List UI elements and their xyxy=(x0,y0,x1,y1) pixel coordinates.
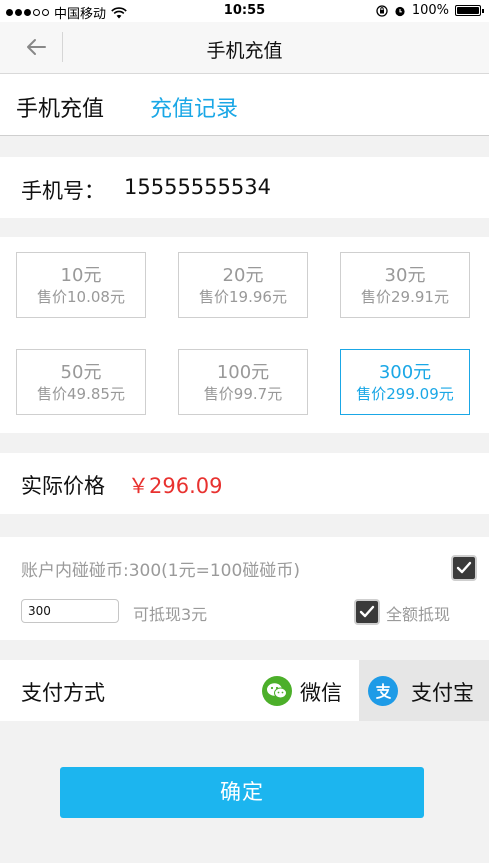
option-price: 售价299.09元 xyxy=(356,385,454,403)
amount-option-10[interactable]: 10元 售价10.08元 xyxy=(16,252,146,318)
amount-option-100[interactable]: 100元 售价99.7元 xyxy=(178,349,308,415)
tab-recharge-history[interactable]: 充值记录 xyxy=(150,91,238,123)
amount-option-30[interactable]: 30元 售价29.91元 xyxy=(340,252,470,318)
pay-alipay-option[interactable]: 支付宝 xyxy=(359,660,489,721)
coins-amount-input[interactable] xyxy=(21,599,119,623)
option-price: 售价19.96元 xyxy=(199,288,287,306)
option-price: 售价99.7元 xyxy=(203,385,283,403)
option-price: 售价29.91元 xyxy=(361,288,449,306)
tab-bar: 手机充值 充值记录 xyxy=(0,74,489,136)
full-offset-checkbox[interactable] xyxy=(354,599,380,625)
alipay-icon xyxy=(368,676,398,706)
battery-icon xyxy=(455,5,484,16)
checkmark-icon xyxy=(456,561,472,574)
option-amount: 300元 xyxy=(378,362,432,383)
amount-option-300[interactable]: 300元 售价299.09元 xyxy=(340,349,470,415)
nav-bar: 手机充值 xyxy=(0,22,489,74)
actual-price-value: ￥296.09 xyxy=(128,474,223,498)
payment-label: 支付方式 xyxy=(21,681,105,705)
page-title: 手机充值 xyxy=(206,40,283,62)
payment-row: 支付方式 微信 支付宝 xyxy=(0,660,489,721)
full-offset-label: 全额抵现 xyxy=(386,605,451,624)
pay-wechat-option[interactable]: 微信 xyxy=(255,660,359,721)
option-amount: 10元 xyxy=(60,265,102,286)
status-right: 100% xyxy=(376,3,484,18)
pay-alipay-label: 支付宝 xyxy=(411,681,474,705)
option-amount: 20元 xyxy=(222,265,264,286)
tab-mobile-recharge[interactable]: 手机充值 xyxy=(16,91,104,123)
amount-option-50[interactable]: 50元 售价49.85元 xyxy=(16,349,146,415)
battery-percent: 100% xyxy=(411,3,449,18)
pay-wechat-label: 微信 xyxy=(300,681,342,705)
phone-number[interactable]: 15555555534 xyxy=(124,175,271,199)
orientation-lock-icon xyxy=(376,4,388,17)
coins-balance-text: 账户内碰碰币:300(1元=100碰碰币) xyxy=(21,561,300,581)
option-price: 售价49.85元 xyxy=(37,385,125,403)
amount-option-20[interactable]: 20元 售价19.96元 xyxy=(178,252,308,318)
actual-price-row: 实际价格 ￥296.09 xyxy=(0,453,489,514)
checkmark-icon xyxy=(359,605,375,618)
use-coins-checkbox[interactable] xyxy=(451,555,477,581)
amount-options: 10元 售价10.08元 20元 售价19.96元 30元 售价29.91元 5… xyxy=(0,237,489,433)
option-price: 售价10.08元 xyxy=(37,288,125,306)
actual-price-label: 实际价格 xyxy=(21,474,105,498)
option-amount: 30元 xyxy=(384,265,426,286)
status-bar: 中国移动 10:55 100% xyxy=(0,0,489,22)
confirm-button[interactable]: 确定 xyxy=(60,767,424,818)
coins-offset-text: 可抵现3元 xyxy=(133,605,208,624)
wechat-icon xyxy=(262,676,292,706)
phone-label: 手机号： xyxy=(21,179,105,203)
option-amount: 50元 xyxy=(60,362,102,383)
phone-row: 手机号： 15555555534 xyxy=(0,157,489,218)
option-amount: 100元 xyxy=(216,362,270,383)
alarm-icon xyxy=(395,6,405,16)
